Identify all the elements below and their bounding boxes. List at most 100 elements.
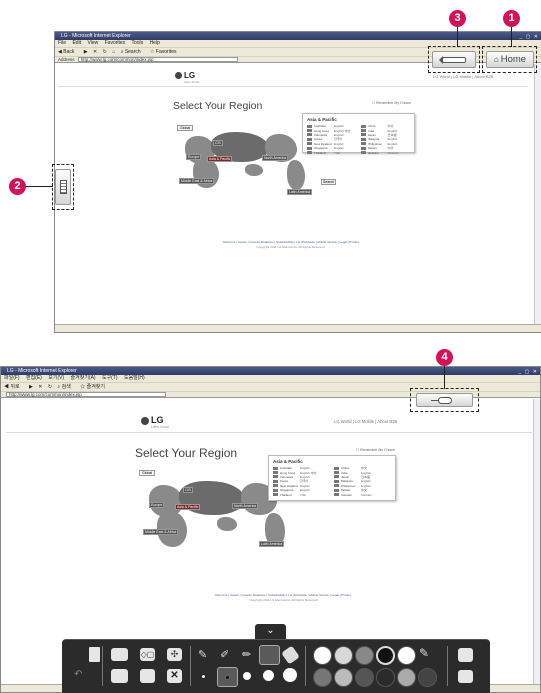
map-label-cis-bottom[interactable]: CIS	[183, 487, 193, 493]
color-swatch-3[interactable]	[355, 646, 374, 665]
remember-choice-bottom[interactable]: ☐ Remember My Choice	[356, 448, 395, 452]
refresh-button-bottom[interactable]: ↻	[48, 384, 52, 390]
country-language[interactable]: English	[334, 146, 344, 150]
country-language[interactable]: 中文	[361, 488, 367, 492]
continent-oceania[interactable]	[245, 164, 263, 176]
menu-help-bottom[interactable]: 도움말(H)	[124, 375, 145, 381]
color-swatch-9[interactable]	[376, 668, 395, 687]
delete-icon[interactable]: ✕	[167, 669, 182, 683]
color-swatch-10[interactable]	[397, 668, 416, 687]
footer-links-bottom[interactable]: About LG | Career | Investor Relations |…	[193, 593, 373, 597]
country-language[interactable]: 한국어	[334, 137, 342, 141]
menu-edit-bottom[interactable]: 편집(E)	[26, 375, 42, 381]
address-input[interactable]: http://www.lg.com/common/index.jsp	[77, 57, 238, 63]
highlighter-icon[interactable]: ✏	[242, 648, 254, 662]
refresh-button[interactable]: ↻	[103, 49, 107, 55]
country-language[interactable]: 日本語	[388, 133, 397, 137]
map-label-latin-america[interactable]: Latin America	[287, 189, 313, 195]
size-medium[interactable]	[225, 675, 230, 680]
continent-latin-america[interactable]	[287, 160, 305, 190]
footer-links[interactable]: About LG | Career | Investor Relations |…	[211, 240, 371, 244]
marker-icon[interactable]: ✐	[220, 648, 232, 662]
save-icon[interactable]	[458, 648, 473, 662]
map-label-north-america-bottom[interactable]: North America	[232, 503, 259, 509]
paste-icon[interactable]	[140, 669, 155, 683]
size-xxlarge[interactable]	[283, 668, 297, 682]
favorites-button[interactable]: ☆ Favorites	[150, 49, 180, 55]
country-language[interactable]: English 中文	[334, 129, 351, 133]
country-language[interactable]: English 中文	[300, 471, 317, 475]
country-language[interactable]: English	[300, 484, 310, 488]
country-language[interactable]: Thai	[334, 151, 340, 155]
side-keyboard-button[interactable]	[55, 169, 71, 205]
forward-button-bottom[interactable]: ▶	[29, 384, 33, 390]
stop-button-bottom[interactable]: ✕	[38, 384, 42, 390]
map-label-asia-pacific-bottom[interactable]: Asia & Pacific	[175, 504, 201, 510]
country-language[interactable]: English	[361, 479, 371, 483]
country-language[interactable]: English	[388, 129, 398, 133]
country-language[interactable]: English	[388, 137, 398, 141]
top-right-country-6[interactable]: Vietnam Vietnam	[360, 150, 411, 155]
collapse-tab[interactable]: ⌄	[255, 624, 286, 640]
color-swatch-7[interactable]	[334, 668, 353, 687]
search-tag[interactable]: Search	[321, 179, 337, 185]
country-language[interactable]: English	[300, 488, 310, 492]
menu-file[interactable]: File	[58, 40, 66, 46]
country-language[interactable]: English	[361, 471, 371, 475]
eraser-icon[interactable]	[281, 645, 300, 665]
color-swatch-5[interactable]	[397, 646, 416, 665]
size-xlarge[interactable]	[263, 670, 274, 681]
forward-button[interactable]: ▶	[84, 49, 88, 55]
favorites-button-bottom[interactable]: ☆ 즐겨찾기	[80, 384, 109, 390]
copy-icon[interactable]	[111, 669, 128, 683]
country-language[interactable]: 한국어	[300, 479, 308, 483]
map-label-asia-pacific[interactable]: Asia & Pacific	[207, 156, 233, 162]
color-picker-icon[interactable]: ✎	[419, 646, 433, 665]
country-language[interactable]: Vietnam	[388, 151, 399, 155]
top-left-country-6[interactable]: Thailand Thai	[307, 150, 357, 155]
country-language[interactable]: 中文	[388, 146, 394, 150]
color-swatch-11[interactable]	[418, 668, 437, 687]
menu-help[interactable]: Help	[150, 40, 160, 46]
menu-favorites[interactable]: Favorites	[105, 40, 126, 46]
menu-view-bottom[interactable]: 보기(V)	[48, 375, 64, 381]
move-icon[interactable]: ✣	[167, 648, 182, 661]
map-label-latin-america-bottom[interactable]: Latin America	[259, 541, 285, 547]
menu-view[interactable]: View	[87, 40, 98, 46]
country-language[interactable]: Thai	[300, 493, 306, 497]
bottom-right-country-6[interactable]: Vietnam Vietnam	[334, 492, 391, 497]
map-label-europe-bottom[interactable]: Europe	[149, 502, 165, 508]
color-swatch-6[interactable]	[313, 668, 332, 687]
map-label-middle-east-africa-bottom[interactable]: Middle East & Africa	[143, 529, 179, 535]
color-swatch-4[interactable]	[376, 646, 395, 665]
back-button-overlay[interactable]	[432, 51, 476, 68]
country-language[interactable]: English	[334, 124, 344, 128]
back-button-bottom[interactable]: ◀ 뒤로	[4, 384, 24, 390]
global-button[interactable]: Global	[177, 125, 194, 131]
color-swatch-2[interactable]	[334, 646, 353, 665]
vertical-scrollbar-bottom[interactable]	[533, 399, 540, 684]
top-links-bottom[interactable]: LG World | LG Mobile | About B2B	[334, 419, 397, 424]
print-icon[interactable]	[458, 670, 473, 683]
shapes-icon[interactable]: ◇▢	[140, 648, 155, 661]
lg-logo-bottom[interactable]: LG	[141, 415, 164, 425]
pen-icon[interactable]: ✎	[198, 648, 210, 662]
remember-choice[interactable]: ☐ Remember My Choice	[372, 101, 411, 105]
color-swatch-8[interactable]	[355, 668, 374, 687]
color-swatch-1[interactable]	[313, 646, 332, 665]
menu-file-bottom[interactable]: 파일(F)	[4, 375, 20, 381]
country-language[interactable]: 中文	[388, 124, 394, 128]
size-small[interactable]	[202, 675, 205, 678]
map-label-cis[interactable]: CIS	[213, 140, 223, 146]
fill-icon[interactable]	[259, 645, 280, 665]
new-page-icon[interactable]	[89, 647, 100, 662]
home-toolbar-button[interactable]: ⌂	[112, 49, 115, 55]
continent-oceania-bottom[interactable]	[217, 517, 237, 531]
address-input-bottom[interactable]: http://www.lg.com/common/index.jsp	[6, 392, 166, 398]
home-button[interactable]: ⌂ Home	[486, 51, 534, 68]
lg-logo[interactable]: LG	[175, 71, 195, 80]
map-label-middle-east-africa[interactable]: Middle East & Africa	[179, 178, 215, 184]
menu-tools-bottom[interactable]: 도구(T)	[102, 375, 118, 381]
menu-edit[interactable]: Edit	[72, 40, 81, 46]
bottom-left-country-6[interactable]: Thailand Thai	[273, 492, 330, 497]
